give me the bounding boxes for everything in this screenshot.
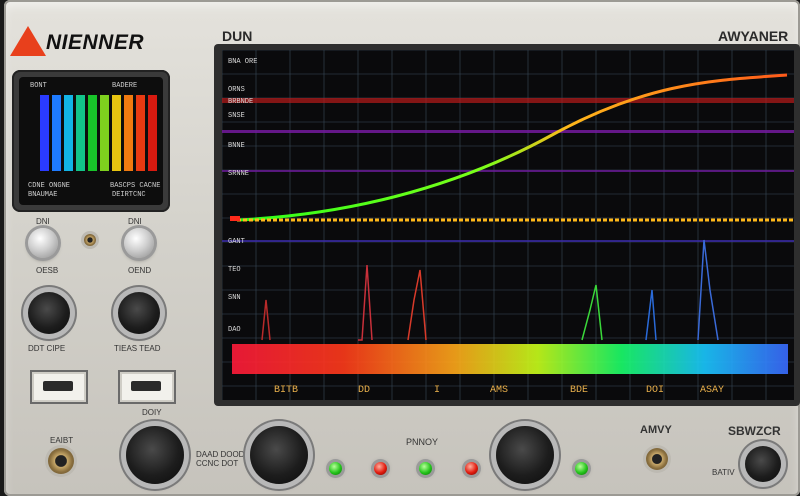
main-screen (222, 50, 794, 400)
switch-slot-1 (43, 381, 73, 391)
mini-spectrum-bar (40, 95, 49, 171)
mini-spectrum-bar (64, 95, 73, 171)
bottom-knob-2[interactable] (250, 426, 308, 484)
right-caption: BATIV (712, 468, 735, 477)
mini-label-bottom-left-2: BNAUMAE (28, 191, 58, 199)
small-knob-2[interactable] (124, 228, 154, 258)
purple-band-1 (222, 130, 794, 133)
bottom-knob-1[interactable] (126, 426, 184, 484)
mini-label-bottom-right-1: BASCPS CACNE (110, 182, 161, 190)
big-knob-caption-2: TIEAS TEAD (114, 344, 161, 353)
mini-spectrum-bar (100, 95, 109, 171)
led-row-label: PNNOY (406, 437, 439, 447)
screen-row-label-7: GANT (228, 238, 245, 246)
header-right-label: AWYANER (718, 28, 789, 44)
screen-bottom-label-5: BDE (570, 385, 589, 396)
led-green-2 (419, 462, 432, 475)
input-jack-right[interactable] (646, 448, 668, 470)
led-green-1 (329, 462, 342, 475)
bottom-left-label: EAIBT (50, 436, 74, 445)
mini-spectrum-bar (88, 95, 97, 171)
input-jack-left[interactable] (48, 448, 74, 474)
mini-spectrum-bar (76, 95, 85, 171)
screen-row-label-9: SNN (228, 294, 241, 302)
switch-caption-2: DOIY (142, 408, 162, 417)
screen-row-label-10: DAO (228, 326, 241, 334)
large-knob-1[interactable] (28, 292, 70, 334)
small-jack-1[interactable] (84, 234, 96, 246)
spectrum-band (232, 344, 788, 374)
screen-bottom-label-2: DD (358, 385, 371, 396)
blue-band (222, 240, 794, 242)
mini-label-top-left: BONT (30, 82, 47, 90)
switch-slot-2 (131, 381, 161, 391)
header-left-label: DUN (222, 28, 253, 44)
center-caption-1: DAAD DOODE CCNC DOT (196, 450, 250, 468)
screen-bottom-label-4: AMS (490, 385, 509, 396)
red-band (222, 98, 794, 103)
screen-row-label-8: TEO (228, 266, 241, 274)
screen-bottom-label-7: ASAY (700, 385, 725, 396)
knob-caption-1: OESB (36, 266, 59, 275)
knob-caption-2: OEND (128, 266, 152, 275)
screen-bottom-label-3: I (434, 385, 441, 396)
screen-row-label-5: BNNE (228, 142, 245, 150)
screen-bottom-label-6: DOI (646, 385, 665, 396)
screen-row-label-3: BRBNDE (228, 98, 254, 106)
large-knob-2[interactable] (118, 292, 160, 334)
brand-name: NIENNER (46, 31, 145, 54)
mini-spectrum-bar (112, 95, 121, 171)
mini-spectrum-bar (136, 95, 145, 171)
screen-bottom-label-1: BITB (274, 385, 299, 396)
led-red-2 (465, 462, 478, 475)
mini-label-bottom-left-1: CDNE ONGNE (28, 182, 71, 190)
led-red-1 (374, 462, 387, 475)
mini-label-bottom-right-2: DEIRTCNC (112, 191, 146, 199)
small-knob-1[interactable] (28, 228, 58, 258)
mini-spectrum-bar (148, 95, 157, 171)
screen-row-label-6: SRNNE (228, 170, 250, 178)
purple-band-2 (222, 170, 794, 172)
bottom-knob-3[interactable] (496, 426, 554, 484)
screen-row-label-4: SNSE (228, 112, 245, 120)
mini-label-top-right: BADERE (112, 82, 138, 90)
trace-display (222, 50, 794, 400)
trace-marker (230, 216, 240, 221)
right-label-2: SBWZCR (728, 424, 781, 438)
screen-row-label-2: ORNS (228, 86, 245, 94)
rocker-switch-2[interactable] (118, 370, 176, 404)
brand-logo-icon (10, 26, 46, 56)
sweep-trace (236, 73, 788, 222)
right-knob[interactable] (745, 446, 781, 482)
big-knob-caption-1: DDT CIPE (28, 344, 66, 353)
rocker-switch-1[interactable] (30, 370, 88, 404)
right-label-1: AMVY (640, 424, 672, 436)
mini-spectrum-bar (52, 95, 61, 171)
mini-spectrum-bar (124, 95, 133, 171)
screen-row-label-1: BNA ORE (228, 58, 258, 66)
led-green-3 (575, 462, 588, 475)
knob-label-1: DNI (36, 217, 50, 226)
knob-label-2: DNI (128, 217, 142, 226)
